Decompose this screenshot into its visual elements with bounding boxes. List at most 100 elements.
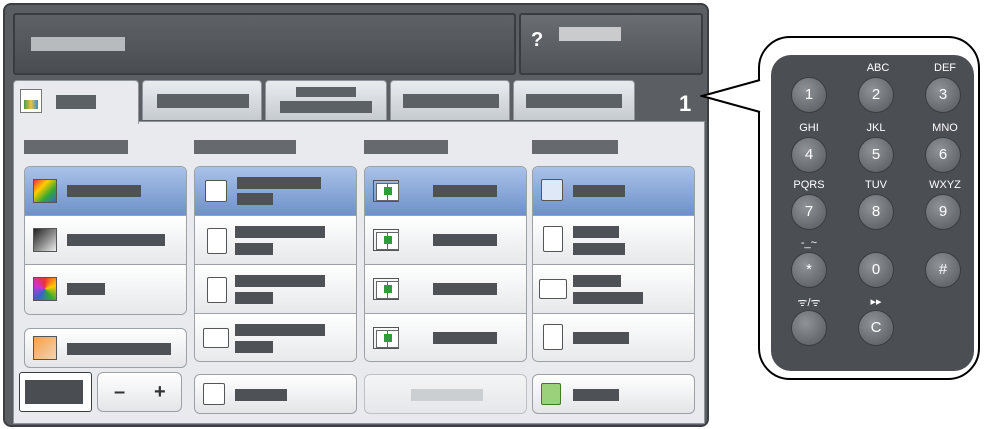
tab-copy[interactable]: [13, 80, 139, 124]
help-icon: ?: [531, 29, 544, 51]
option-label: [235, 324, 325, 336]
option-tray-3[interactable]: [195, 314, 356, 361]
option-staple[interactable]: [533, 314, 694, 361]
option-2-2-sided[interactable]: [365, 265, 526, 314]
option-landscape[interactable]: [533, 265, 694, 314]
option-label: [573, 185, 625, 197]
key-pause-letters: ᯤ/ᯤ: [797, 297, 821, 309]
option-auto-paper[interactable]: [195, 167, 356, 216]
option-label: [433, 234, 497, 246]
key-3[interactable]: 3: [925, 77, 961, 113]
job-count: 1: [679, 91, 692, 116]
tab-4[interactable]: [390, 80, 510, 120]
key-star[interactable]: *: [791, 252, 827, 288]
list-icon: [203, 383, 225, 405]
button-label: [235, 389, 287, 401]
col1-heading: [24, 140, 128, 154]
tray-icon: [207, 277, 227, 303]
option-1-2-sided[interactable]: [365, 216, 526, 265]
option-sublabel: [237, 193, 273, 205]
tab-label: [157, 94, 249, 108]
darken-button[interactable]: [24, 328, 187, 368]
option-collated[interactable]: [533, 167, 694, 216]
key-8-letters: TUV: [865, 179, 887, 191]
color-icon: [33, 277, 57, 301]
tab-label: [526, 94, 622, 108]
option-label: [67, 234, 165, 246]
darken-icon: [33, 336, 57, 360]
finisher-button[interactable]: [532, 374, 695, 414]
tab-label: [403, 94, 499, 108]
key-clear-letters: ▸▸: [870, 296, 882, 308]
option-label: [235, 226, 325, 238]
tray-icon: [203, 328, 229, 348]
key-pause[interactable]: [791, 310, 827, 346]
more-paper-button[interactable]: [194, 374, 357, 414]
key-5[interactable]: 5: [858, 137, 894, 173]
quantity-value: [25, 380, 83, 404]
option-tray-1[interactable]: [195, 216, 356, 265]
key-2-letters: ABC: [866, 62, 890, 74]
key-5-letters: JKL: [866, 122, 886, 134]
option-label: [433, 283, 497, 295]
key-1[interactable]: 1: [791, 77, 827, 113]
two-sided-group: [364, 166, 527, 362]
sided-icon: [373, 278, 399, 300]
paper-auto-icon: [205, 180, 227, 202]
finisher-icon: [541, 383, 561, 405]
sided-icon: [373, 229, 399, 251]
output-color-group: [24, 166, 187, 315]
key-2[interactable]: 2: [858, 77, 894, 113]
option-label: [67, 283, 105, 295]
key-7[interactable]: 7: [791, 194, 827, 230]
option-sublabel: [235, 341, 273, 353]
key-clear[interactable]: C: [858, 310, 894, 346]
portrait-icon: [543, 226, 563, 252]
arrow-icon: [384, 236, 392, 244]
quantity-stepper[interactable]: – +: [97, 372, 182, 412]
arrow-icon: [384, 187, 392, 195]
option-2-1-sided[interactable]: [365, 314, 526, 361]
tab-label: [56, 95, 96, 109]
option-sublabel: [573, 243, 625, 255]
option-portrait[interactable]: [533, 216, 694, 265]
paper-supply-group: [194, 166, 357, 362]
option-label: [235, 275, 325, 287]
key-8[interactable]: 8: [858, 194, 894, 230]
arrow-icon: [384, 285, 392, 293]
plus-button[interactable]: +: [154, 381, 166, 404]
tab-label: [280, 101, 372, 113]
option-auto-color[interactable]: [25, 167, 186, 216]
option-label: [433, 332, 497, 344]
callout-pointer: [700, 79, 761, 113]
button-label: [67, 343, 171, 355]
option-black-white[interactable]: [25, 216, 186, 265]
sided-icon: [373, 180, 399, 202]
key-4[interactable]: 4: [791, 137, 827, 173]
col4-heading: [532, 140, 618, 154]
option-label: [237, 177, 321, 189]
key-3-letters: DEF: [934, 62, 956, 74]
key-0[interactable]: 0: [858, 252, 894, 288]
key-6[interactable]: 6: [925, 137, 961, 173]
tab-2[interactable]: [142, 80, 262, 120]
option-label: [433, 185, 497, 197]
help-button[interactable]: ?: [519, 13, 703, 75]
key-hash[interactable]: #: [925, 252, 961, 288]
quantity-field[interactable]: [19, 372, 92, 412]
tab-5[interactable]: [513, 80, 635, 120]
option-label: [67, 185, 141, 197]
option-tray-2[interactable]: [195, 265, 356, 314]
option-label: [573, 332, 629, 344]
copy-tab-icon: [20, 89, 42, 113]
key-9[interactable]: 9: [925, 194, 961, 230]
minus-button[interactable]: –: [114, 381, 125, 404]
keypad: ABC DEF 1 2 3 GHI JKL MNO 4 5 6 PQRS TUV…: [771, 55, 974, 371]
collate-icon: [541, 179, 563, 201]
tray-icon: [207, 228, 227, 254]
option-color[interactable]: [25, 265, 186, 314]
tab-3[interactable]: [265, 80, 387, 120]
key-star-letters: -_~: [800, 237, 818, 249]
option-1-1-sided[interactable]: [365, 167, 526, 216]
option-sublabel: [235, 292, 273, 304]
